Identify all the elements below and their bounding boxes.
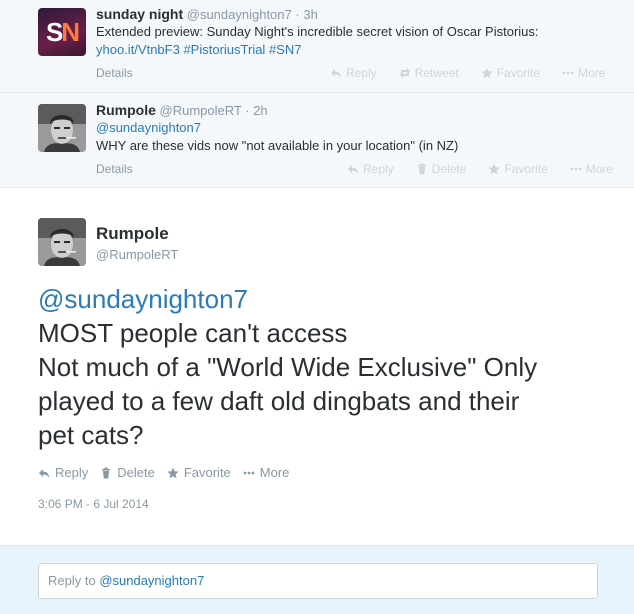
more-label: More bbox=[585, 162, 614, 176]
tweet-2-text: @sundaynighton7 WHY are these vids now "… bbox=[96, 119, 616, 155]
main-tweet-text: @sundaynighton7 MOST people can't access… bbox=[38, 282, 618, 452]
delete-button[interactable]: Delete bbox=[100, 465, 155, 480]
more-label: More bbox=[259, 465, 290, 480]
favorite-button[interactable]: Favorite bbox=[488, 162, 548, 176]
reply-button[interactable]: Reply bbox=[38, 465, 88, 480]
reply-label: Reply bbox=[55, 465, 89, 480]
tweet-text: WHY are these vids now "not available in… bbox=[96, 138, 459, 153]
mention-link[interactable]: @sundaynighton7 bbox=[38, 282, 618, 316]
favorite-label: Favorite bbox=[496, 66, 541, 80]
reply-icon bbox=[330, 67, 342, 79]
favorite-label: Favorite bbox=[183, 465, 231, 480]
more-icon bbox=[243, 467, 255, 479]
more-button[interactable]: More bbox=[562, 66, 605, 80]
more-icon bbox=[570, 163, 582, 175]
reply-label: Reply bbox=[363, 162, 394, 176]
separator-dot: · bbox=[295, 7, 300, 22]
tweet-line-4: pet cats? bbox=[38, 420, 144, 450]
author-handle[interactable]: @RumpoleRT bbox=[160, 103, 242, 118]
favorite-button[interactable]: Favorite bbox=[481, 66, 540, 80]
reply-icon bbox=[347, 163, 359, 175]
reply-prefix: Reply to bbox=[48, 573, 100, 588]
portrait-image bbox=[38, 218, 86, 266]
more-button[interactable]: More bbox=[570, 162, 613, 176]
author-name[interactable]: sunday night bbox=[96, 6, 183, 22]
sunday-night-avatar[interactable]: SN bbox=[38, 8, 86, 56]
retweet-label: Retweet bbox=[414, 66, 459, 80]
favorite-icon bbox=[488, 163, 501, 175]
tweet-line-1: MOST people can't access bbox=[38, 318, 348, 348]
retweet-icon bbox=[399, 67, 411, 79]
favorite-icon bbox=[481, 67, 493, 79]
tweet-time[interactable]: 3h bbox=[303, 7, 317, 22]
tweet-line-2: Not much of a "World Wide Exclusive" Onl… bbox=[38, 352, 538, 382]
tweet-2-header: Rumpole @RumpoleRT · 2h bbox=[96, 102, 268, 118]
hashtag-sn7[interactable]: #SN7 bbox=[269, 42, 302, 57]
main-author-avatar[interactable] bbox=[38, 218, 86, 266]
more-icon bbox=[562, 67, 574, 79]
delete-icon bbox=[100, 467, 112, 479]
rumpole-avatar[interactable] bbox=[38, 104, 86, 152]
main-tweet-actions: Reply Delete Favorite More bbox=[38, 465, 289, 480]
hashtag-pistoriustrial[interactable]: #PistoriusTrial bbox=[183, 42, 265, 57]
reply-mention: @sundaynighton7 bbox=[99, 573, 205, 588]
tweet-text: Extended preview: Sunday Night's incredi… bbox=[96, 24, 539, 39]
sn-logo-icon: SN bbox=[45, 16, 80, 47]
reply-area: Reply to @sundaynighton7 bbox=[0, 545, 634, 614]
mention-link[interactable]: @sundaynighton7 bbox=[96, 120, 201, 135]
portrait-image bbox=[38, 104, 86, 152]
reply-icon bbox=[38, 467, 50, 479]
reply-button[interactable]: Reply bbox=[347, 162, 394, 176]
tweet-time[interactable]: 2h bbox=[253, 103, 267, 118]
delete-button[interactable]: Delete bbox=[416, 162, 467, 176]
details-link[interactable]: Details bbox=[96, 162, 133, 176]
author-handle[interactable]: @sundaynighton7 bbox=[187, 7, 292, 22]
details-link[interactable]: Details bbox=[96, 66, 133, 80]
favorite-label: Favorite bbox=[504, 162, 548, 176]
more-label: More bbox=[578, 66, 606, 80]
reply-label: Reply bbox=[346, 66, 377, 80]
reply-input[interactable]: Reply to @sundaynighton7 bbox=[38, 563, 598, 599]
tweet-timestamp[interactable]: 3:06 PM - 6 Jul 2014 bbox=[38, 497, 149, 511]
tweet-line-3: played to a few daft old dingbats and th… bbox=[38, 386, 520, 416]
more-button[interactable]: More bbox=[243, 465, 290, 480]
main-author-name[interactable]: Rumpole bbox=[96, 224, 169, 244]
tweet-1-header: sunday night @sundaynighton7 · 3h bbox=[96, 6, 318, 22]
short-link[interactable]: yhoo.it/VtnbF3 bbox=[96, 42, 180, 57]
delete-label: Delete bbox=[117, 465, 155, 480]
delete-label: Delete bbox=[431, 162, 467, 176]
tweet-1-text: Extended preview: Sunday Night's incredi… bbox=[96, 23, 616, 59]
favorite-button[interactable]: Favorite bbox=[167, 465, 231, 480]
reply-button[interactable]: Reply bbox=[330, 66, 377, 80]
tweet-2-actions: Reply Delete Favorite More bbox=[347, 162, 613, 176]
delete-icon bbox=[416, 163, 428, 175]
author-name[interactable]: Rumpole bbox=[96, 102, 156, 118]
retweet-button[interactable]: Retweet bbox=[399, 66, 459, 80]
tweet-1-actions: Reply Retweet Favorite More bbox=[330, 66, 605, 80]
favorite-icon bbox=[167, 467, 179, 479]
main-author-handle[interactable]: @RumpoleRT bbox=[96, 247, 178, 262]
separator-dot: · bbox=[245, 103, 250, 118]
